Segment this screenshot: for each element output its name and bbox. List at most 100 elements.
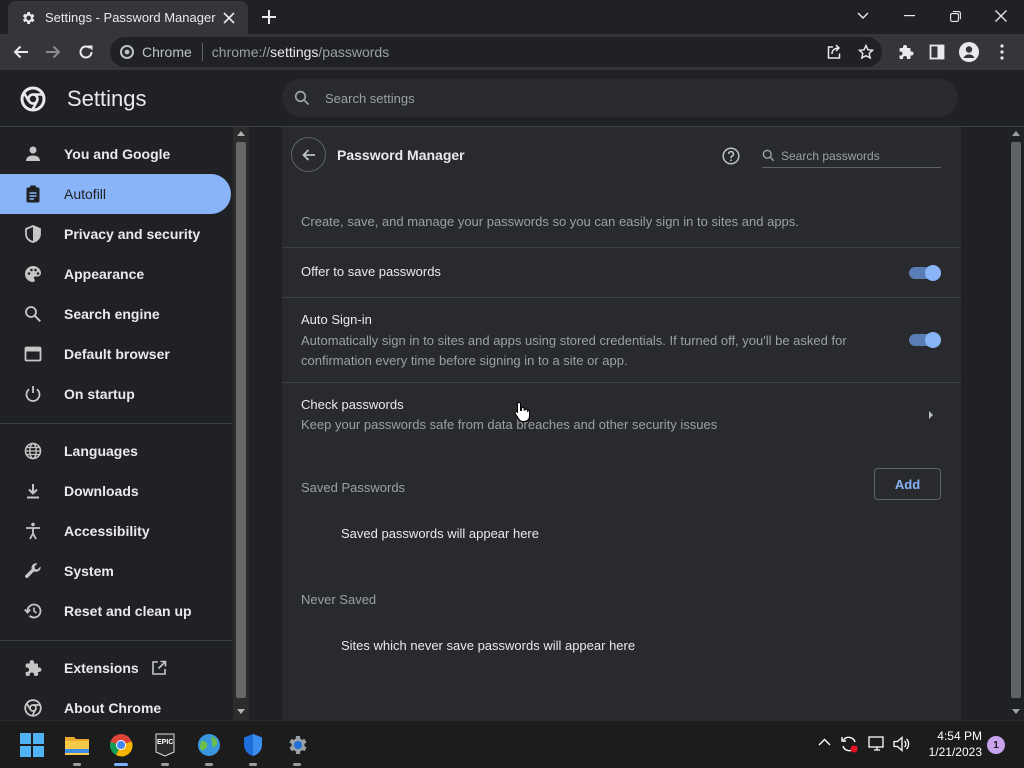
accessibility-icon (24, 522, 42, 540)
open-in-new-icon (151, 660, 167, 676)
saved-passwords-empty-text: Saved passwords will appear here (341, 526, 539, 541)
sidebar-item-on-startup[interactable]: On startup (0, 374, 231, 414)
close-window-icon[interactable] (978, 0, 1024, 32)
page-scrollbar[interactable] (1008, 127, 1024, 720)
password-manager-card: Password Manager Search passwords Create… (282, 127, 961, 720)
search-icon (24, 305, 42, 323)
file-explorer-icon[interactable] (61, 729, 93, 766)
profile-avatar-icon[interactable] (955, 38, 983, 66)
forward-arrow-icon[interactable] (39, 38, 67, 66)
settings-search-placeholder: Search settings (325, 90, 415, 106)
restore-icon (24, 602, 42, 620)
page-title: Password Manager (337, 147, 465, 163)
minimize-icon[interactable] (886, 0, 932, 32)
sidebar-item-label: System (64, 563, 114, 579)
chrome-icon (120, 45, 134, 59)
sidebar-item-search-engine[interactable]: Search engine (0, 294, 231, 334)
defender-icon[interactable] (237, 729, 269, 766)
sync-alert-icon[interactable] (840, 735, 858, 753)
bookmark-star-icon[interactable] (852, 38, 880, 66)
help-icon[interactable] (722, 147, 740, 165)
tab-title: Settings - Password Manager (45, 10, 216, 25)
check-passwords-row[interactable]: Check passwords Keep your passwords safe… (282, 382, 961, 448)
sidebar-item-label: Accessibility (64, 523, 150, 539)
sidebar-item-reset-and-clean-up[interactable]: Reset and clean up (0, 591, 231, 631)
chrome-menu-icon[interactable] (988, 38, 1016, 66)
side-panel-icon[interactable] (923, 38, 951, 66)
notification-badge[interactable]: 1 (987, 736, 1005, 754)
reload-icon[interactable] (72, 38, 100, 66)
sidebar-item-downloads[interactable]: Downloads (0, 471, 231, 511)
clock-date: 1/21/2023 (928, 745, 982, 759)
search-icon (294, 90, 310, 106)
sidebar-item-label: Reset and clean up (64, 603, 192, 619)
extensions-puzzle-icon[interactable] (892, 38, 920, 66)
sidebar-item-extensions[interactable]: Extensions (0, 648, 231, 688)
windows-start-icon[interactable] (16, 729, 48, 761)
check-passwords-label: Check passwords (301, 397, 404, 412)
sidebar-item-accessibility[interactable]: Accessibility (0, 511, 231, 551)
gear-icon (20, 10, 36, 26)
close-tab-icon[interactable] (220, 9, 238, 27)
search-passwords-input[interactable]: Search passwords (762, 144, 941, 168)
auto-signin-toggle[interactable] (909, 332, 941, 348)
chevron-up-icon[interactable] (818, 738, 831, 746)
sidebar-item-label: You and Google (64, 146, 171, 162)
power-icon (24, 385, 42, 403)
hand-cursor-icon (514, 401, 530, 423)
clock-time: 4:54 PM (937, 729, 982, 743)
restore-window-icon[interactable] (932, 0, 978, 32)
share-icon[interactable] (820, 38, 848, 66)
chrome-taskbar-icon[interactable] (105, 729, 137, 766)
sidebar-item-label: Default browser (64, 346, 170, 362)
tab-settings-password-manager[interactable]: Settings - Password Manager (8, 1, 248, 34)
sidebar-item-label: Languages (64, 443, 138, 459)
check-passwords-description: Keep your passwords safe from data breac… (301, 417, 718, 432)
offer-to-save-label: Offer to save passwords (301, 264, 441, 279)
maps-icon[interactable] (193, 729, 225, 766)
chevron-right-icon (928, 411, 934, 419)
browser-icon (24, 345, 42, 363)
settings-brand: Settings (20, 86, 147, 112)
auto-signin-description: Automatically sign in to sites and apps … (301, 333, 847, 368)
sidebar-divider (0, 640, 232, 641)
auto-signin-row[interactable]: Auto Sign-in Automatically sign in to si… (282, 297, 961, 382)
new-tab-button[interactable] (259, 7, 279, 27)
epic-games-icon[interactable]: EPIC (149, 729, 181, 766)
browser-toolbar: Chrome chrome://settings/passwords (0, 34, 1024, 70)
sidebar-scrollbar[interactable] (233, 127, 249, 720)
network-icon[interactable] (868, 736, 886, 752)
sidebar-item-autofill[interactable]: Autofill (0, 174, 231, 214)
sidebar-item-label: On startup (64, 386, 135, 402)
settings-sidebar: You and Google Autofill Privacy and secu… (0, 127, 232, 720)
add-password-button[interactable]: Add (874, 468, 941, 500)
sidebar-item-you-and-google[interactable]: You and Google (0, 134, 231, 174)
back-button[interactable] (291, 137, 326, 172)
offer-to-save-toggle[interactable] (909, 265, 941, 281)
sidebar-item-appearance[interactable]: Appearance (0, 254, 231, 294)
back-arrow-icon[interactable] (7, 38, 35, 66)
sidebar-scrollbar-thumb[interactable] (236, 142, 246, 698)
settings-header: Settings Search settings (0, 70, 1024, 127)
back-arrow-icon (301, 147, 317, 163)
sidebar-item-privacy-and-security[interactable]: Privacy and security (0, 214, 231, 254)
site-chip: Chrome (142, 44, 192, 60)
offer-to-save-row[interactable]: Offer to save passwords (282, 247, 961, 297)
settings-search-input[interactable]: Search settings (282, 79, 958, 117)
sidebar-item-system[interactable]: System (0, 551, 231, 591)
tab-search-chevron-icon[interactable] (840, 0, 886, 32)
page-scrollbar-thumb[interactable] (1011, 142, 1021, 698)
windows-taskbar: EPIC 4:54 PM 1/21/2023 1 (0, 720, 1024, 768)
page-description: Create, save, and manage your passwords … (301, 214, 799, 229)
sidebar-item-default-browser[interactable]: Default browser (0, 334, 231, 374)
never-saved-heading: Never Saved (301, 592, 377, 607)
download-icon (24, 482, 42, 500)
person-icon (24, 145, 42, 163)
system-clock[interactable]: 4:54 PM 1/21/2023 (912, 728, 982, 760)
search-passwords-placeholder: Search passwords (781, 148, 880, 163)
address-bar[interactable]: Chrome chrome://settings/passwords (110, 37, 882, 67)
settings-gear-icon[interactable] (281, 729, 313, 766)
volume-icon[interactable] (893, 736, 911, 752)
sidebar-item-languages[interactable]: Languages (0, 431, 231, 471)
sidebar-item-label: Privacy and security (64, 226, 201, 242)
